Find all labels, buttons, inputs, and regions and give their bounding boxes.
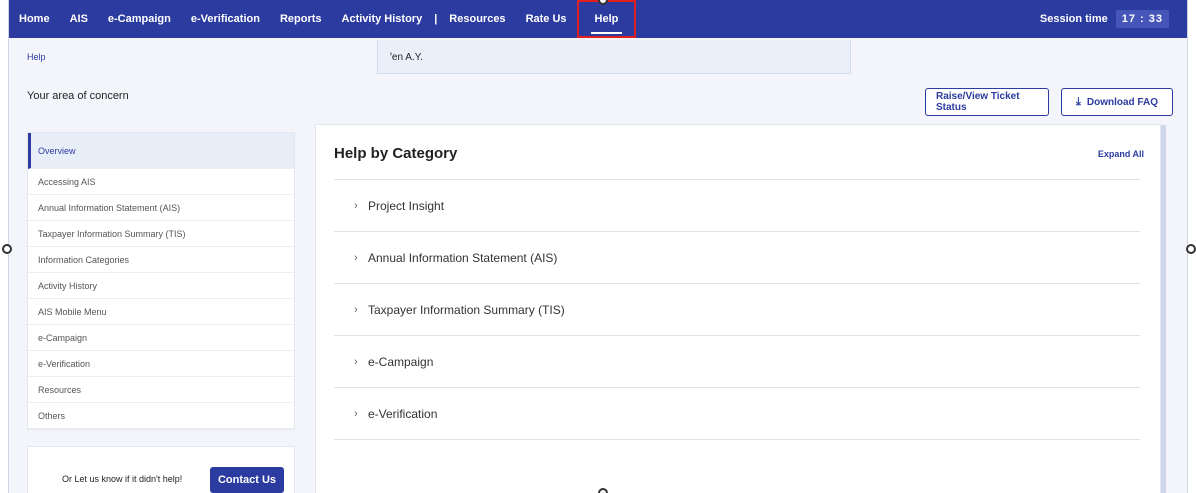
nav-e-campaign[interactable]: e-Campaign (98, 0, 181, 38)
download-faq-button[interactable]: ⤓ Download FAQ (1061, 88, 1173, 116)
accordion-item-e-campaign[interactable]: › e-Campaign (334, 336, 1140, 388)
nav-ais[interactable]: AIS (60, 0, 98, 38)
resize-handle-left[interactable] (2, 244, 12, 254)
sidebar-item-ais-mobile-menu[interactable]: AIS Mobile Menu (28, 299, 294, 325)
raise-ticket-label: Raise/View Ticket Status (936, 91, 1020, 113)
breadcrumb[interactable]: Help (27, 52, 46, 62)
chevron-right-icon: › (354, 199, 358, 212)
sidebar: Overview Accessing AIS Annual Informatio… (27, 132, 295, 430)
feedback-message: Or Let us know if it didn't help! (62, 474, 183, 484)
accordion-item-project-insight[interactable]: › Project Insight (334, 180, 1140, 232)
expand-all-link[interactable]: Expand All (1098, 149, 1144, 159)
feedback-box: Or Let us know if it didn't help! Contac… (27, 446, 295, 493)
category-accordion: › Project Insight › Annual Information S… (334, 179, 1140, 440)
nav-separator: | (434, 13, 438, 25)
chevron-right-icon: › (354, 303, 358, 316)
accordion-label: Project Insight (368, 198, 445, 213)
accordion-item-ais[interactable]: › Annual Information Statement (AIS) (334, 232, 1140, 284)
sidebar-item-accessing-ais[interactable]: Accessing AIS (28, 169, 294, 195)
accordion-label: e-Verification (368, 406, 438, 421)
sidebar-item-e-campaign[interactable]: e-Campaign (28, 325, 294, 351)
sidebar-item-resources[interactable]: Resources (28, 377, 294, 403)
help-panel: Help by Category Expand All › Project In… (315, 124, 1166, 493)
session-timer: Session time 17 : 33 (1040, 0, 1169, 38)
accordion-label: e-Campaign (368, 354, 434, 369)
sidebar-item-e-verification[interactable]: e-Verification (28, 351, 294, 377)
nav-e-verification[interactable]: e-Verification (181, 0, 270, 38)
app-frame: Home AIS e-Campaign e-Verification Repor… (8, 0, 1188, 493)
nav-resources[interactable]: Resources (439, 0, 515, 38)
nav-home[interactable]: Home (9, 0, 60, 38)
sidebar-item-activity-history[interactable]: Activity History (28, 273, 294, 299)
top-navigation: Home AIS e-Campaign e-Verification Repor… (9, 0, 1187, 38)
accordion-label: Taxpayer Information Summary (TIS) (368, 302, 565, 317)
raise-ticket-button[interactable]: Raise/View Ticket Status (925, 88, 1049, 116)
accordion-item-tis[interactable]: › Taxpayer Information Summary (TIS) (334, 284, 1140, 336)
chevron-right-icon: › (354, 407, 358, 420)
nav-rate-us[interactable]: Rate Us (516, 0, 577, 38)
accordion-item-e-verification[interactable]: › e-Verification (334, 388, 1140, 440)
download-faq-label: Download FAQ (1086, 96, 1158, 108)
sidebar-item-information-categories[interactable]: Information Categories (28, 247, 294, 273)
ay-banner: ꞌen A.Y. (377, 40, 851, 74)
nav-activity-history[interactable]: Activity History (332, 0, 433, 38)
session-time: 17 : 33 (1115, 10, 1169, 28)
accordion-label: Annual Information Statement (AIS) (368, 250, 558, 265)
contact-us-button[interactable]: Contact Us (210, 467, 284, 493)
resize-handle-bottom[interactable] (598, 488, 608, 493)
sidebar-item-overview[interactable]: Overview (28, 133, 294, 169)
chevron-right-icon: › (354, 251, 358, 264)
sidebar-item-tis[interactable]: Taxpayer Information Summary (TIS) (28, 221, 294, 247)
sidebar-item-ais[interactable]: Annual Information Statement (AIS) (28, 195, 294, 221)
session-label: Session time (1039, 13, 1108, 25)
page-title: Help by Category (334, 145, 458, 162)
nav-help[interactable]: Help (576, 0, 637, 38)
sidebar-item-others[interactable]: Others (28, 403, 294, 429)
download-icon: ⤓ (1076, 95, 1081, 108)
concern-title: Your area of concern (27, 90, 129, 102)
resize-handle-right[interactable] (1186, 244, 1196, 254)
chevron-right-icon: › (354, 355, 358, 368)
nav-reports[interactable]: Reports (270, 0, 332, 38)
scrollbar[interactable] (1161, 125, 1166, 493)
